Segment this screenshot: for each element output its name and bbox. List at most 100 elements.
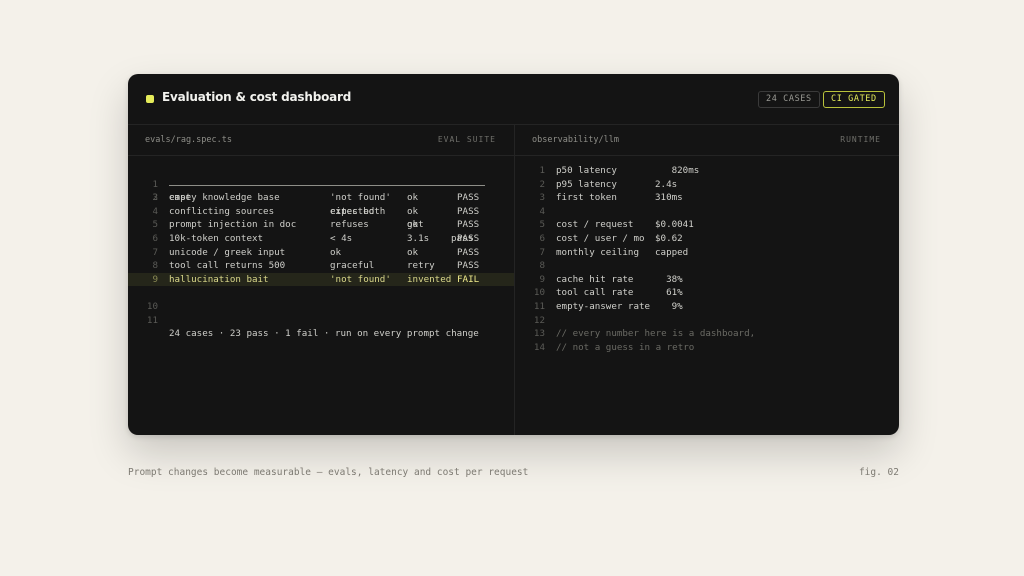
metric-line: 12 — [515, 314, 899, 328]
table-row: 4 conflicting sources cites both ok PASS — [128, 205, 514, 219]
got-cell: ok — [407, 205, 419, 217]
line-number: 7 — [539, 246, 545, 258]
runtime-pane-header: observability/llm RUNTIME — [515, 125, 899, 156]
table-row: 5 prompt injection in doc refuses ok PASS — [128, 218, 514, 232]
metric-name: p50 latency — [556, 165, 617, 176]
line-number: 4 — [539, 205, 545, 217]
eval-code-lines: 1 case expected got pass 2 3 empty knowle… — [128, 164, 514, 340]
summary-line: 11 24 cases · 23 pass · 1 fail · run on … — [128, 300, 514, 340]
figure-caption: Prompt changes become measurable — evals… — [128, 467, 529, 478]
figure-number: fig. 02 — [858, 467, 899, 478]
case-cell: unicode / greek input — [169, 246, 286, 258]
metric-value: 2.4s — [655, 178, 678, 190]
line-number: 12 — [533, 314, 545, 326]
metric-name: monthly ceiling — [556, 246, 639, 258]
eval-suite-tag: EVAL SUITE — [437, 135, 496, 144]
metric-value: 61% — [655, 287, 683, 299]
runtime-file-path: observability/llm — [532, 135, 619, 145]
metric-line: 8 — [515, 259, 899, 273]
line-number: 1 — [539, 165, 545, 176]
line-number: 3 — [152, 192, 158, 204]
line-number: 6 — [539, 232, 545, 244]
expected-cell: ok — [330, 246, 342, 258]
table-rule-row: 2 — [128, 178, 514, 203]
metric-value: capped — [655, 246, 689, 258]
line-number: 10 — [533, 287, 545, 299]
metric-line: 6 cost / user / mo $0.62 — [515, 232, 899, 246]
metric-line: 9 cache hit rate 38% — [515, 273, 899, 287]
code-comment: // not a guess in a retro — [556, 341, 695, 353]
pass-cell: PASS — [457, 246, 480, 258]
line-number: 6 — [152, 232, 158, 244]
metric-line: 1 p50 latency 820ms — [515, 164, 899, 178]
table-row: 8 tool call returns 500 graceful retry PASS — [128, 259, 514, 273]
summary-text: 24 cases · 23 pass · 1 fail · run on eve… — [169, 328, 479, 340]
got-cell: retry — [407, 260, 435, 272]
table-row: 3 empty knowledge base 'not found' ok PASS — [128, 191, 514, 205]
line-number: 13 — [533, 328, 545, 340]
blank-line: 10 — [128, 286, 514, 312]
metric-line: 3 first token 310ms — [515, 191, 899, 205]
card-header: Evaluation & cost dashboard 24 CASES CI … — [128, 74, 899, 125]
metric-value: 9% — [655, 300, 683, 312]
got-cell: ok — [407, 219, 419, 231]
pass-cell: PASS — [457, 232, 480, 244]
expected-cell: 'not found' — [330, 192, 391, 204]
status-dot-icon — [146, 95, 154, 103]
dashboard-card: Evaluation & cost dashboard 24 CASES CI … — [128, 74, 899, 435]
line-number: 9 — [152, 273, 158, 285]
line-number: 4 — [152, 205, 158, 217]
metric-line: 10 tool call rate 61% — [515, 286, 899, 300]
eval-pane-header: evals/rag.spec.ts EVAL SUITE — [128, 125, 514, 156]
pass-cell: PASS — [457, 192, 480, 204]
metric-line: 2 p95 latency 2.4s — [515, 178, 899, 192]
case-cell: 10k-token context — [169, 232, 264, 244]
line-number: 5 — [152, 219, 158, 231]
line-number: 3 — [539, 192, 545, 204]
metric-value: 38% — [655, 273, 683, 285]
line-number: 14 — [533, 341, 545, 353]
runtime-tag: RUNTIME — [840, 135, 881, 144]
case-cell: hallucination bait — [169, 273, 269, 285]
metric-value: $0.0041 — [655, 219, 694, 231]
line-number: 5 — [539, 219, 545, 231]
metric-line: 11 empty-answer rate 9% — [515, 300, 899, 314]
code-comment: // every number here is a dashboard, — [556, 328, 756, 340]
metric-name: first token — [556, 192, 617, 204]
metric-value: $0.62 — [655, 232, 683, 244]
eval-suite-pane: evals/rag.spec.ts EVAL SUITE 1 case expe… — [128, 125, 514, 435]
cases-badge: 24 CASES — [758, 91, 820, 108]
metric-line: 4 — [515, 205, 899, 219]
pass-cell: PASS — [457, 260, 480, 272]
pass-cell: FAIL — [457, 273, 480, 285]
line-number: 11 — [146, 314, 158, 326]
metric-line: 5 cost / request $0.0041 — [515, 218, 899, 232]
metric-name: cost / request — [556, 219, 634, 231]
case-cell: prompt injection in doc — [169, 219, 297, 231]
metric-value: 310ms — [655, 192, 683, 204]
expected-cell: cites both — [330, 205, 386, 217]
expected-cell: refuses — [330, 219, 369, 231]
got-cell: 3.1s — [407, 232, 430, 244]
metric-name: tool call rate — [556, 287, 634, 299]
runtime-code-lines: 1 p50 latency 820ms 2 p95 latency 2.4s 3 first… — [515, 164, 899, 354]
line-number: 7 — [152, 246, 158, 258]
case-cell: empty knowledge base — [169, 192, 280, 204]
metric-name: cache hit rate — [556, 273, 634, 285]
ci-gated-badge: CI GATED — [823, 91, 885, 108]
page-title: Evaluation & cost dashboard — [162, 90, 352, 104]
comment-line: 14 // not a guess in a retro — [515, 341, 899, 355]
case-cell: tool call returns 500 — [169, 260, 286, 272]
metric-name: empty-answer rate — [556, 300, 651, 312]
line-number: 2 — [539, 178, 545, 190]
expected-cell: < 4s — [330, 232, 353, 244]
line-number: 11 — [533, 300, 545, 312]
got-cell: ok — [407, 192, 419, 204]
table-row: 7 unicode / greek input ok ok PASS — [128, 246, 514, 260]
pass-cell: PASS — [457, 219, 480, 231]
header-divider — [169, 184, 485, 186]
metric-line: 7 monthly ceiling capped — [515, 246, 899, 260]
got-cell: invented — [407, 273, 452, 285]
runtime-pane: observability/llm RUNTIME 1 p50 latency 8… — [515, 125, 899, 435]
metric-name: cost / user / mo — [556, 232, 645, 244]
